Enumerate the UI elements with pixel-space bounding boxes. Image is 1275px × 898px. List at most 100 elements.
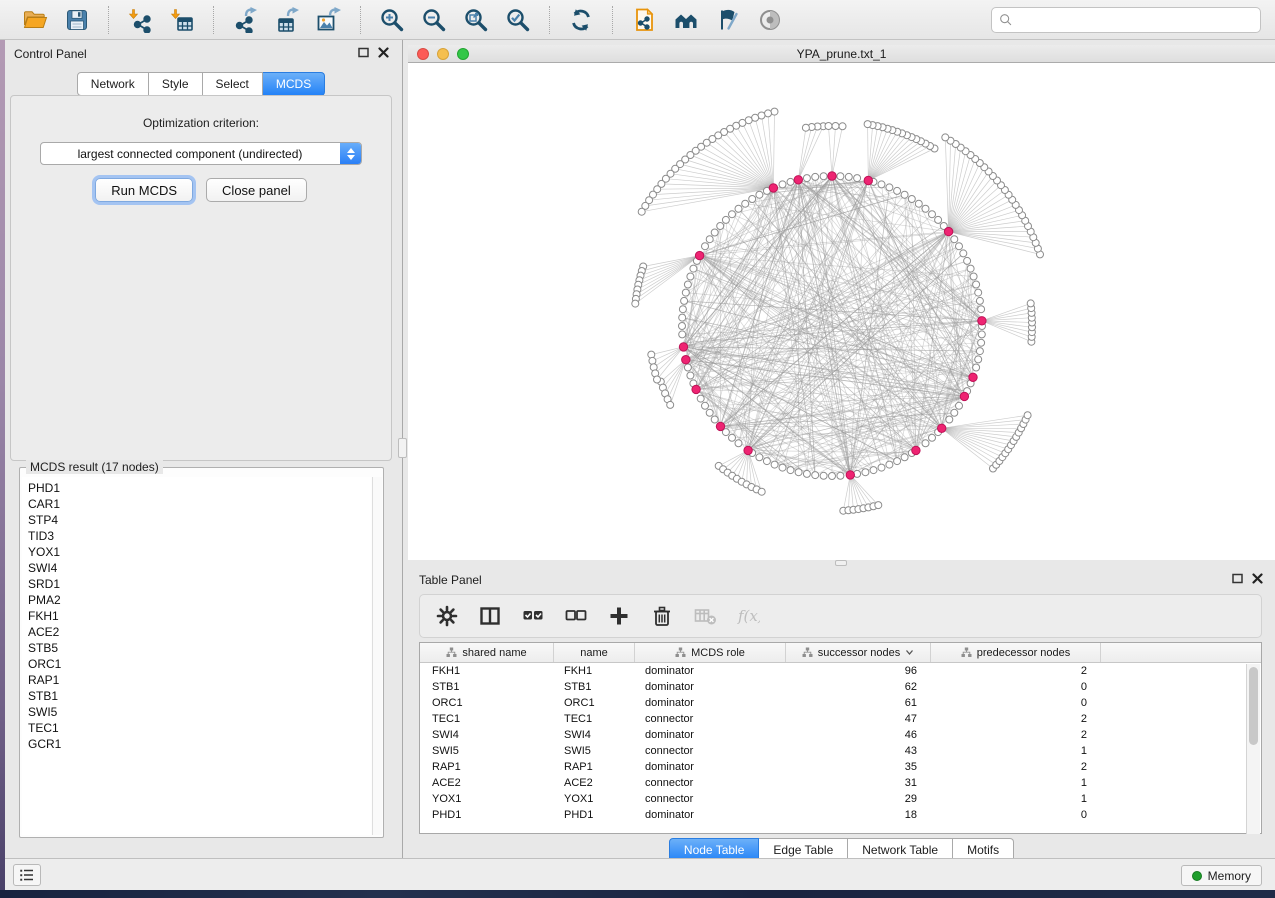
new-network-from-selection-button[interactable] (627, 4, 661, 36)
mcds-result-item: PMA2 (28, 592, 371, 608)
show-hide-style-icon (715, 7, 741, 33)
show-columns-button[interactable] (477, 603, 503, 629)
level-of-detail-eye-button[interactable] (753, 4, 787, 36)
deselect-all-rows-button[interactable] (563, 603, 589, 629)
cell-name: RAP1 (554, 759, 635, 775)
table-row[interactable]: ORC1ORC1dominator610 (420, 695, 1261, 711)
cell-successor-nodes: 46 (786, 727, 931, 743)
network-view-canvas[interactable] (408, 63, 1275, 560)
close-panel-button-mcds[interactable]: Close panel (206, 178, 307, 202)
cell-name: SWI4 (554, 727, 635, 743)
float-panel-button[interactable] (358, 47, 369, 58)
cell-shared-name: FKH1 (420, 663, 554, 679)
column-header-successor-nodes[interactable]: successor nodes (786, 643, 931, 662)
refresh-network-button[interactable] (564, 4, 598, 36)
tab-style[interactable]: Style (149, 72, 203, 96)
zoom-out-button[interactable] (417, 4, 451, 36)
float-table-panel-button[interactable] (1232, 573, 1243, 584)
import-network-button[interactable] (123, 4, 157, 36)
mcds-result-item: RAP1 (28, 672, 371, 688)
open-file-button[interactable] (18, 4, 52, 36)
deselect-all-rows-icon (564, 604, 588, 628)
column-header-MCDS-role[interactable]: MCDS role (635, 643, 786, 662)
column-type-icon (446, 647, 457, 658)
save-session-button[interactable] (60, 4, 94, 36)
mcds-result-list[interactable]: PHD1CAR1STP4TID3YOX1SWI4SRD1PMA2FKH1ACE2… (22, 477, 371, 835)
table-row[interactable]: SWI4SWI4dominator462 (420, 727, 1261, 743)
network-window-title: YPA_prune.txt_1 (408, 45, 1275, 63)
column-header-filler (1101, 643, 1261, 662)
export-table-button[interactable] (270, 4, 304, 36)
mcds-result-item: STB1 (28, 688, 371, 704)
zoom-in-button[interactable] (375, 4, 409, 36)
control-panel-header: Control Panel (5, 40, 397, 66)
cell-name: PHD1 (554, 807, 635, 823)
zoom-fit-button[interactable] (459, 4, 493, 36)
zoom-out-icon (421, 7, 447, 33)
tab-select[interactable]: Select (203, 72, 263, 96)
column-header-name[interactable]: name (554, 643, 635, 662)
cell-name: STB1 (554, 679, 635, 695)
open-file-icon (22, 7, 48, 33)
table-row[interactable]: RAP1RAP1dominator352 (420, 759, 1261, 775)
window-minimize-icon[interactable] (437, 48, 449, 60)
mcds-result-item: ORC1 (28, 656, 371, 672)
search-input[interactable] (991, 7, 1261, 33)
import-table-button[interactable] (165, 4, 199, 36)
run-mcds-button[interactable]: Run MCDS (95, 178, 193, 202)
cell-predecessor-nodes: 0 (931, 807, 1101, 823)
cell-successor-nodes: 96 (786, 663, 931, 679)
create-column-button[interactable] (606, 603, 632, 629)
toolbar-icon-groups (14, 4, 791, 36)
network-overview-button[interactable] (669, 4, 703, 36)
zoom-selected-button[interactable] (501, 4, 535, 36)
cell-name: ACE2 (554, 775, 635, 791)
sort-descending-icon (905, 649, 914, 656)
node-table-body: FKH1FKH1dominator962STB1STB1dominator620… (420, 663, 1261, 823)
column-header-predecessor-nodes[interactable]: predecessor nodes (931, 643, 1101, 662)
close-panel-button[interactable] (378, 47, 389, 58)
table-row[interactable]: YOX1YOX1connector291 (420, 791, 1261, 807)
destroy-table-icon (693, 604, 717, 628)
network-window-titlebar: YPA_prune.txt_1 (408, 45, 1275, 63)
network-graph[interactable] (408, 63, 1275, 560)
tab-mcds[interactable]: MCDS (263, 72, 325, 96)
close-table-panel-button[interactable] (1252, 573, 1263, 584)
table-row[interactable]: TEC1TEC1connector472 (420, 711, 1261, 727)
table-scrollbar-thumb[interactable] (1249, 667, 1258, 745)
cell-predecessor-nodes: 2 (931, 759, 1101, 775)
table-row[interactable]: STB1STB1dominator620 (420, 679, 1261, 695)
export-network-button[interactable] (228, 4, 262, 36)
task-history-button[interactable] (13, 864, 41, 886)
select-all-rows-button[interactable] (520, 603, 546, 629)
table-row[interactable]: FKH1FKH1dominator962 (420, 663, 1261, 679)
table-row[interactable]: ACE2ACE2connector311 (420, 775, 1261, 791)
cell-predecessor-nodes: 0 (931, 679, 1101, 695)
cell-name: TEC1 (554, 711, 635, 727)
memory-button[interactable]: Memory (1181, 865, 1262, 886)
zoom-selected-icon (505, 7, 531, 33)
window-close-icon[interactable] (417, 48, 429, 60)
cell-successor-nodes: 18 (786, 807, 931, 823)
table-scrollbar[interactable] (1246, 664, 1260, 834)
table-mode-gear-button[interactable] (434, 603, 460, 629)
table-row[interactable]: SWI5SWI5connector431 (420, 743, 1261, 759)
table-row[interactable]: PHD1PHD1dominator180 (420, 807, 1261, 823)
cell-predecessor-nodes: 2 (931, 711, 1101, 727)
delete-columns-button[interactable] (649, 603, 675, 629)
delete-columns-icon (650, 604, 674, 628)
destroy-table-button (692, 603, 718, 629)
function-builder-icon: f(x) (736, 604, 760, 628)
cell-successor-nodes: 29 (786, 791, 931, 807)
vertical-splitter-handle[interactable] (398, 438, 407, 458)
cell-MCDS-role: dominator (635, 727, 786, 743)
export-image-button[interactable] (312, 4, 346, 36)
network-overview-icon (673, 7, 699, 33)
optimization-criterion-select[interactable]: largest connected component (undirected) (40, 142, 362, 165)
column-header-shared-name[interactable]: shared name (420, 643, 554, 662)
node-table: shared namenameMCDS rolesuccessor nodesp… (419, 642, 1262, 834)
show-hide-style-button[interactable] (711, 4, 745, 36)
window-maximize-icon[interactable] (457, 48, 469, 60)
mcds-list-scrollbar[interactable] (372, 477, 382, 835)
tab-network[interactable]: Network (77, 72, 149, 96)
